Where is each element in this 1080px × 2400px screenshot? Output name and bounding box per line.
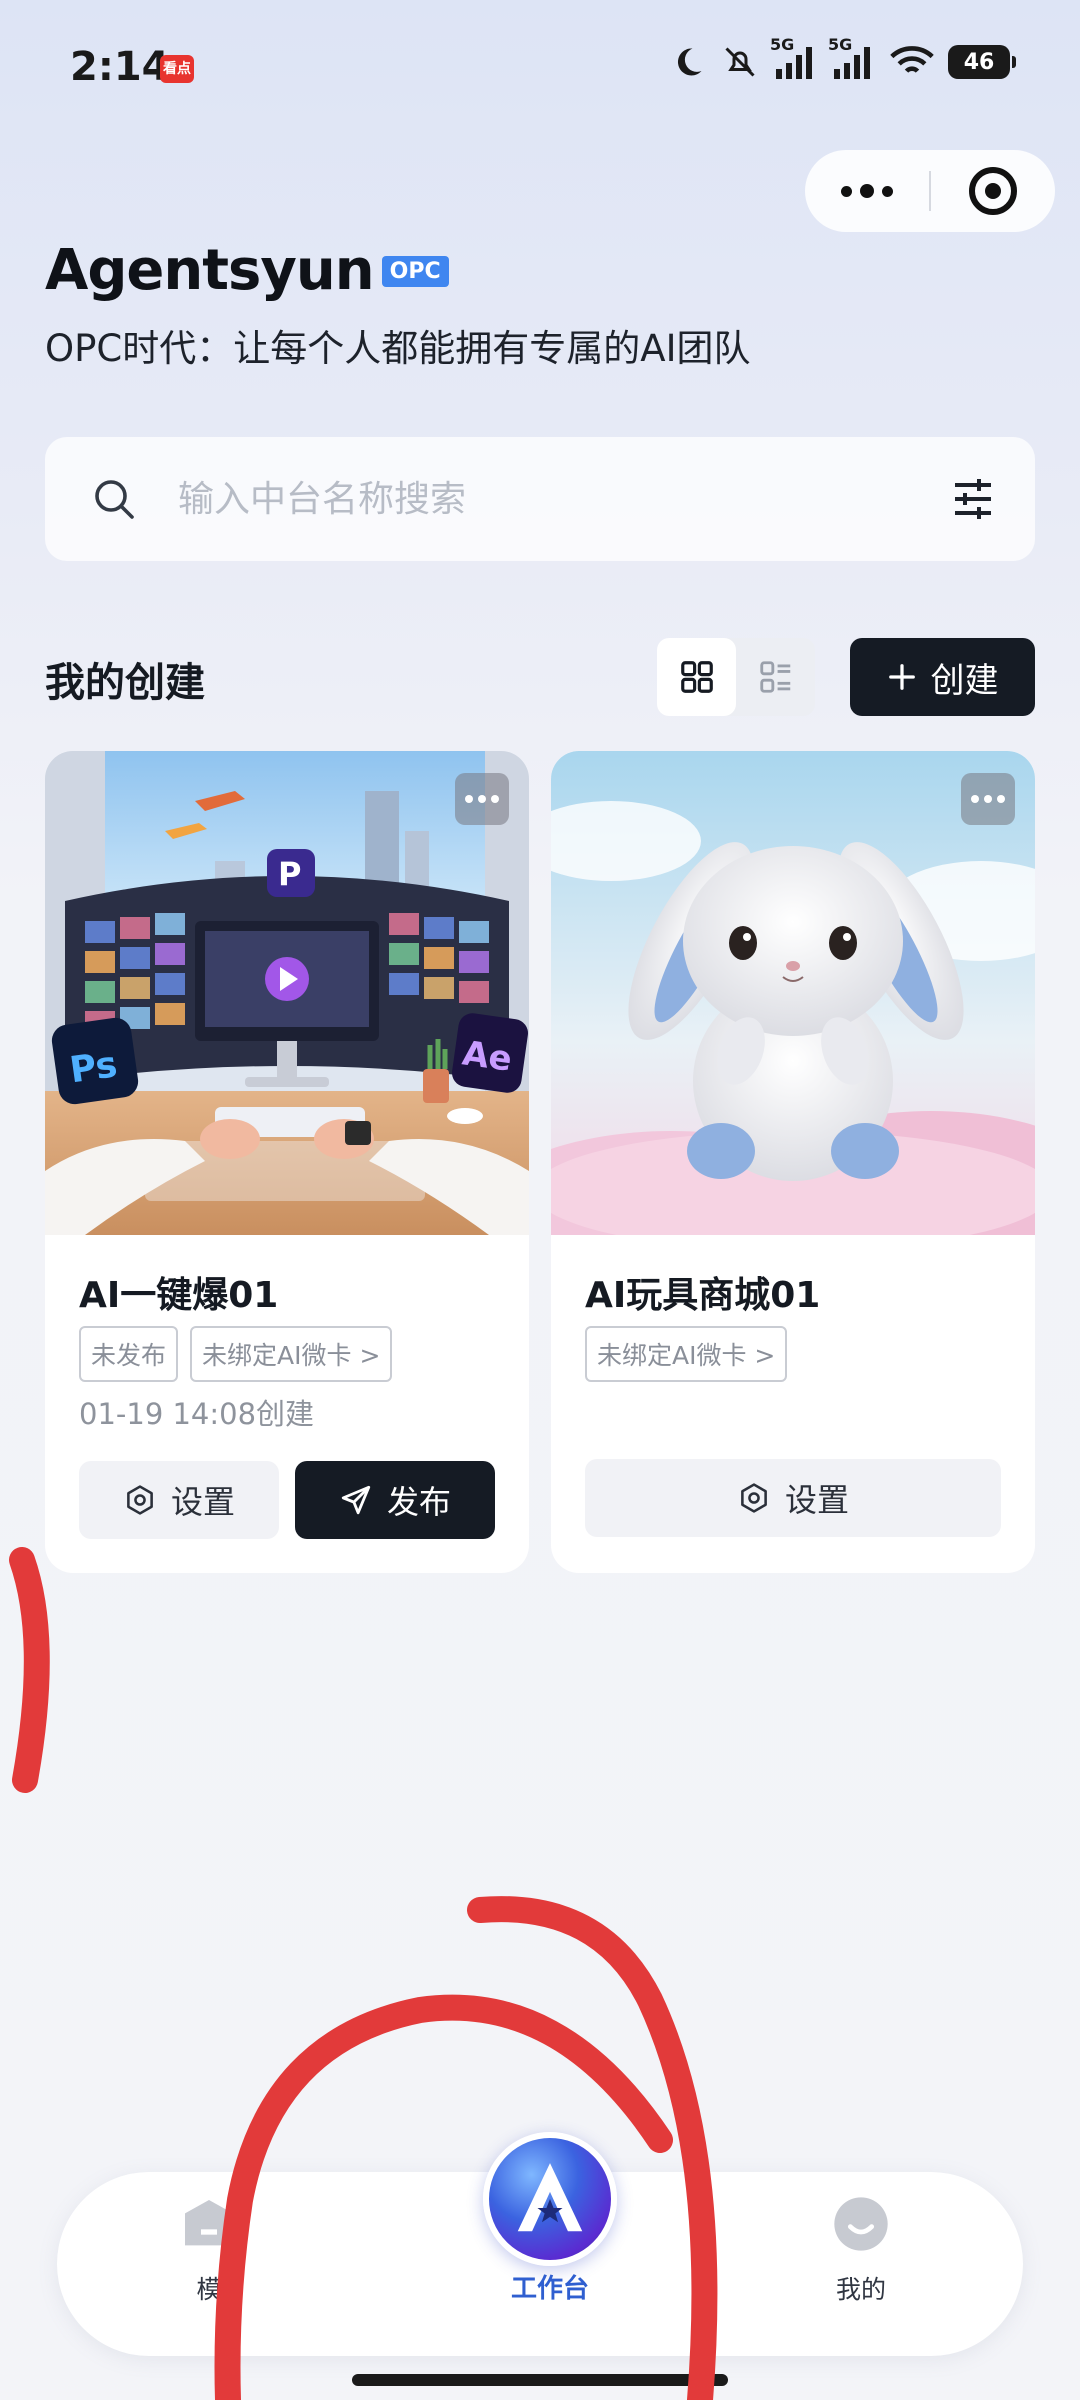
card-cover-image: Ps Ae P — [45, 751, 529, 1235]
dot-icon — [882, 185, 893, 197]
created-time: 01-19 14:08创建 — [79, 1397, 315, 1431]
photoshop-logo: Ps — [67, 1044, 119, 1091]
settings-button[interactable]: 设置 — [79, 1461, 279, 1539]
search-bar — [45, 437, 1035, 561]
card-title: AI玩具商城01 — [585, 1275, 821, 1316]
dot-icon — [841, 185, 852, 197]
after-effects-logo: Ae — [460, 1033, 514, 1079]
settings-label: 设置 — [784, 1481, 849, 1519]
status-bar: 2:14 看点 5G 5G 46 — [0, 0, 1080, 130]
dot-icon — [860, 184, 874, 198]
card-actions: 设置 — [585, 1459, 1001, 1537]
nav-item-workbench[interactable]: 工作台 — [477, 2132, 623, 2305]
list-view-button[interactable] — [736, 638, 815, 716]
tagline: OPC时代：让每个人都能拥有专属的AI团队 — [45, 327, 751, 370]
bunny-illustration — [551, 751, 1035, 1235]
signal-icon: 5G — [770, 35, 818, 79]
card-more-button[interactable] — [455, 773, 509, 825]
settings-button[interactable]: 设置 — [585, 1459, 1001, 1537]
create-button[interactable]: 创建 — [850, 638, 1035, 716]
create-button-label: 创建 — [930, 660, 999, 701]
network-type-label: 5G — [770, 35, 795, 54]
signal-icon: 5G — [828, 35, 876, 79]
card-actions: 设置 发布 — [79, 1461, 495, 1539]
status-icons: 5G 5G 46 — [670, 35, 1016, 80]
dot-icon — [984, 795, 992, 803]
project-card[interactable]: Ps Ae P AI一键爆01 未发布 未绑定AI微卡 > 01-19 14:0… — [45, 751, 529, 1573]
more-menu-button[interactable] — [805, 150, 929, 232]
network-type-label: 5G — [828, 35, 853, 54]
status-time: 2:14 — [70, 44, 170, 90]
app-title: Agentsyun — [45, 238, 375, 303]
workspace-illustration: Ps Ae P — [45, 751, 529, 1235]
nav-item-templates[interactable]: 模 — [177, 2192, 241, 2306]
dot-icon — [491, 795, 499, 803]
settings-label: 设置 — [170, 1483, 235, 1521]
miniprogram-capsule — [805, 150, 1055, 232]
dot-icon — [465, 795, 473, 803]
bind-card-link[interactable]: 未绑定AI微卡 > — [585, 1326, 788, 1382]
plus-icon — [888, 664, 915, 690]
grid-icon — [680, 661, 713, 693]
annotation-stroke — [9, 1547, 50, 1793]
nav-label: 工作台 — [510, 2274, 589, 2304]
mute-icon — [720, 44, 760, 80]
settings-icon — [127, 1485, 153, 1515]
publish-button[interactable]: 发布 — [295, 1461, 495, 1539]
card-cover-image — [551, 751, 1035, 1235]
nav-label: 我的 — [835, 2275, 886, 2304]
publish-label: 发布 — [386, 1483, 451, 1521]
card-tags: 未发布 未绑定AI微卡 > — [79, 1326, 393, 1382]
opc-badge: OPC — [381, 256, 449, 287]
premiere-logo: P — [278, 855, 301, 893]
section-title: 我的创建 — [45, 660, 205, 706]
settings-icon — [741, 1483, 767, 1513]
dot-icon — [997, 795, 1005, 803]
dot-icon — [971, 795, 979, 803]
agentsyun-logo-icon — [483, 2132, 617, 2266]
card-more-button[interactable] — [961, 773, 1015, 825]
nav-label: 模 — [196, 2275, 222, 2304]
target-icon — [969, 167, 1017, 215]
moon-icon — [670, 44, 706, 80]
grid-view-button[interactable] — [657, 638, 736, 716]
search-icon — [95, 480, 134, 519]
nav-item-mine[interactable]: 我的 — [829, 2192, 893, 2306]
battery-icon: 46 — [948, 45, 1016, 79]
profile-icon — [834, 2197, 888, 2251]
dot-icon — [478, 795, 486, 803]
app-notification-icon: 看点 — [160, 55, 194, 83]
send-icon — [341, 1485, 371, 1515]
view-toggle — [657, 638, 815, 716]
templates-icon — [185, 2200, 233, 2246]
card-tags: 未绑定AI微卡 > — [585, 1326, 788, 1382]
card-title: AI一键爆01 — [79, 1275, 279, 1316]
home-indicator[interactable] — [352, 2374, 728, 2386]
project-card[interactable]: AI玩具商城01 未绑定AI微卡 > 设置 — [551, 751, 1035, 1573]
bottom-nav: 模 工作台 我的 — [57, 2132, 1023, 2356]
filter-icon[interactable] — [949, 475, 997, 523]
wifi-icon — [890, 45, 934, 79]
status-tag: 未发布 — [79, 1326, 179, 1382]
brand-header: Agentsyun OPC — [45, 238, 449, 303]
search-input[interactable] — [178, 478, 878, 520]
list-icon — [759, 661, 790, 693]
bind-card-link[interactable]: 未绑定AI微卡 > — [190, 1326, 393, 1382]
close-miniprogram-button[interactable] — [931, 150, 1055, 232]
